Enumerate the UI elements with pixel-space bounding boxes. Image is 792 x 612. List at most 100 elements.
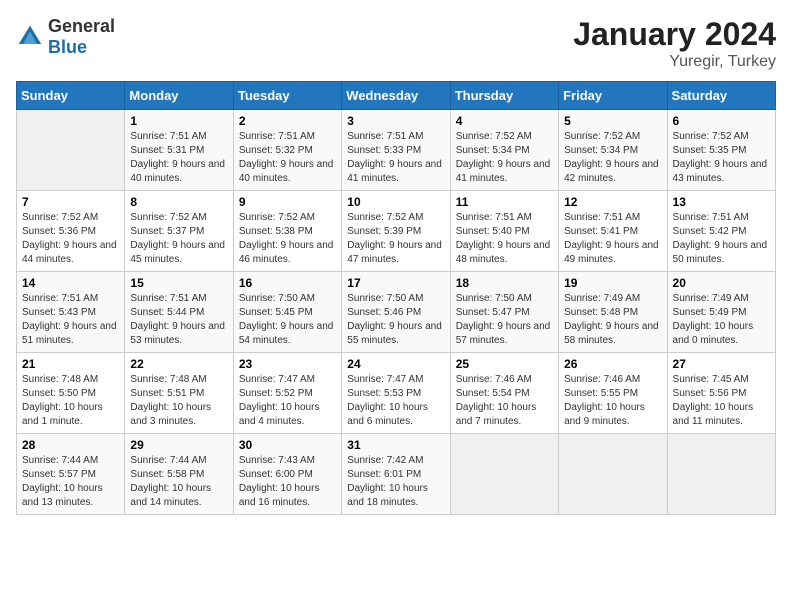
logo-general-text: General bbox=[48, 16, 115, 36]
calendar-cell: 19 Sunrise: 7:49 AM Sunset: 5:48 PM Dayl… bbox=[559, 272, 667, 353]
calendar-cell: 11 Sunrise: 7:51 AM Sunset: 5:40 PM Dayl… bbox=[450, 191, 558, 272]
day-number: 24 bbox=[347, 357, 444, 371]
calendar-cell: 14 Sunrise: 7:51 AM Sunset: 5:43 PM Dayl… bbox=[17, 272, 125, 353]
day-info: Sunrise: 7:49 AM Sunset: 5:48 PM Dayligh… bbox=[564, 292, 661, 348]
calendar-week-row: 7 Sunrise: 7:52 AM Sunset: 5:36 PM Dayli… bbox=[17, 191, 776, 272]
weekday-header-sunday: Sunday bbox=[17, 82, 125, 110]
weekday-header-saturday: Saturday bbox=[667, 82, 775, 110]
day-info: Sunrise: 7:46 AM Sunset: 5:55 PM Dayligh… bbox=[564, 373, 661, 429]
calendar-cell: 23 Sunrise: 7:47 AM Sunset: 5:52 PM Dayl… bbox=[233, 353, 341, 434]
day-info: Sunrise: 7:48 AM Sunset: 5:50 PM Dayligh… bbox=[22, 373, 119, 429]
day-info: Sunrise: 7:51 AM Sunset: 5:41 PM Dayligh… bbox=[564, 211, 661, 267]
day-info: Sunrise: 7:50 AM Sunset: 5:45 PM Dayligh… bbox=[239, 292, 336, 348]
logo-blue-text: Blue bbox=[48, 37, 87, 57]
calendar-cell: 15 Sunrise: 7:51 AM Sunset: 5:44 PM Dayl… bbox=[125, 272, 233, 353]
day-number: 12 bbox=[564, 195, 661, 209]
day-info: Sunrise: 7:44 AM Sunset: 5:58 PM Dayligh… bbox=[130, 454, 227, 510]
calendar-cell: 29 Sunrise: 7:44 AM Sunset: 5:58 PM Dayl… bbox=[125, 434, 233, 515]
month-title: January 2024 bbox=[573, 16, 776, 53]
day-info: Sunrise: 7:51 AM Sunset: 5:43 PM Dayligh… bbox=[22, 292, 119, 348]
calendar-week-row: 1 Sunrise: 7:51 AM Sunset: 5:31 PM Dayli… bbox=[17, 110, 776, 191]
day-number: 26 bbox=[564, 357, 661, 371]
day-number: 23 bbox=[239, 357, 336, 371]
day-info: Sunrise: 7:47 AM Sunset: 5:53 PM Dayligh… bbox=[347, 373, 444, 429]
day-info: Sunrise: 7:52 AM Sunset: 5:38 PM Dayligh… bbox=[239, 211, 336, 267]
calendar-cell bbox=[559, 434, 667, 515]
day-info: Sunrise: 7:51 AM Sunset: 5:33 PM Dayligh… bbox=[347, 130, 444, 186]
calendar-cell: 13 Sunrise: 7:51 AM Sunset: 5:42 PM Dayl… bbox=[667, 191, 775, 272]
weekday-header-wednesday: Wednesday bbox=[342, 82, 450, 110]
day-info: Sunrise: 7:47 AM Sunset: 5:52 PM Dayligh… bbox=[239, 373, 336, 429]
calendar-cell bbox=[17, 110, 125, 191]
day-number: 18 bbox=[456, 276, 553, 290]
day-number: 8 bbox=[130, 195, 227, 209]
calendar-cell: 18 Sunrise: 7:50 AM Sunset: 5:47 PM Dayl… bbox=[450, 272, 558, 353]
day-number: 7 bbox=[22, 195, 119, 209]
day-number: 16 bbox=[239, 276, 336, 290]
calendar-header-row: SundayMondayTuesdayWednesdayThursdayFrid… bbox=[17, 82, 776, 110]
day-info: Sunrise: 7:50 AM Sunset: 5:46 PM Dayligh… bbox=[347, 292, 444, 348]
day-info: Sunrise: 7:51 AM Sunset: 5:40 PM Dayligh… bbox=[456, 211, 553, 267]
calendar-cell: 7 Sunrise: 7:52 AM Sunset: 5:36 PM Dayli… bbox=[17, 191, 125, 272]
calendar-week-row: 28 Sunrise: 7:44 AM Sunset: 5:57 PM Dayl… bbox=[17, 434, 776, 515]
calendar-cell: 17 Sunrise: 7:50 AM Sunset: 5:46 PM Dayl… bbox=[342, 272, 450, 353]
calendar-cell: 20 Sunrise: 7:49 AM Sunset: 5:49 PM Dayl… bbox=[667, 272, 775, 353]
day-number: 27 bbox=[673, 357, 770, 371]
day-number: 5 bbox=[564, 114, 661, 128]
weekday-header-monday: Monday bbox=[125, 82, 233, 110]
day-info: Sunrise: 7:45 AM Sunset: 5:56 PM Dayligh… bbox=[673, 373, 770, 429]
day-number: 30 bbox=[239, 438, 336, 452]
calendar-cell: 9 Sunrise: 7:52 AM Sunset: 5:38 PM Dayli… bbox=[233, 191, 341, 272]
logo: General Blue bbox=[16, 16, 115, 58]
calendar-cell: 10 Sunrise: 7:52 AM Sunset: 5:39 PM Dayl… bbox=[342, 191, 450, 272]
location-title: Yuregir, Turkey bbox=[573, 53, 776, 71]
day-info: Sunrise: 7:52 AM Sunset: 5:35 PM Dayligh… bbox=[673, 130, 770, 186]
day-info: Sunrise: 7:51 AM Sunset: 5:31 PM Dayligh… bbox=[130, 130, 227, 186]
calendar-cell: 12 Sunrise: 7:51 AM Sunset: 5:41 PM Dayl… bbox=[559, 191, 667, 272]
weekday-header-thursday: Thursday bbox=[450, 82, 558, 110]
calendar-cell: 1 Sunrise: 7:51 AM Sunset: 5:31 PM Dayli… bbox=[125, 110, 233, 191]
day-info: Sunrise: 7:50 AM Sunset: 5:47 PM Dayligh… bbox=[456, 292, 553, 348]
day-number: 2 bbox=[239, 114, 336, 128]
calendar-cell bbox=[667, 434, 775, 515]
day-info: Sunrise: 7:52 AM Sunset: 5:34 PM Dayligh… bbox=[456, 130, 553, 186]
calendar-cell: 3 Sunrise: 7:51 AM Sunset: 5:33 PM Dayli… bbox=[342, 110, 450, 191]
calendar-cell: 30 Sunrise: 7:43 AM Sunset: 6:00 PM Dayl… bbox=[233, 434, 341, 515]
day-number: 6 bbox=[673, 114, 770, 128]
day-info: Sunrise: 7:48 AM Sunset: 5:51 PM Dayligh… bbox=[130, 373, 227, 429]
calendar-week-row: 14 Sunrise: 7:51 AM Sunset: 5:43 PM Dayl… bbox=[17, 272, 776, 353]
calendar-cell: 2 Sunrise: 7:51 AM Sunset: 5:32 PM Dayli… bbox=[233, 110, 341, 191]
day-info: Sunrise: 7:49 AM Sunset: 5:49 PM Dayligh… bbox=[673, 292, 770, 348]
weekday-header-tuesday: Tuesday bbox=[233, 82, 341, 110]
day-info: Sunrise: 7:52 AM Sunset: 5:37 PM Dayligh… bbox=[130, 211, 227, 267]
logo-icon bbox=[16, 23, 44, 51]
calendar-cell: 28 Sunrise: 7:44 AM Sunset: 5:57 PM Dayl… bbox=[17, 434, 125, 515]
day-info: Sunrise: 7:51 AM Sunset: 5:42 PM Dayligh… bbox=[673, 211, 770, 267]
day-number: 25 bbox=[456, 357, 553, 371]
weekday-header-friday: Friday bbox=[559, 82, 667, 110]
day-number: 31 bbox=[347, 438, 444, 452]
day-number: 9 bbox=[239, 195, 336, 209]
calendar-cell: 27 Sunrise: 7:45 AM Sunset: 5:56 PM Dayl… bbox=[667, 353, 775, 434]
day-info: Sunrise: 7:51 AM Sunset: 5:44 PM Dayligh… bbox=[130, 292, 227, 348]
day-number: 1 bbox=[130, 114, 227, 128]
calendar-cell: 22 Sunrise: 7:48 AM Sunset: 5:51 PM Dayl… bbox=[125, 353, 233, 434]
calendar-table: SundayMondayTuesdayWednesdayThursdayFrid… bbox=[16, 81, 776, 515]
day-number: 17 bbox=[347, 276, 444, 290]
calendar-cell: 31 Sunrise: 7:42 AM Sunset: 6:01 PM Dayl… bbox=[342, 434, 450, 515]
calendar-week-row: 21 Sunrise: 7:48 AM Sunset: 5:50 PM Dayl… bbox=[17, 353, 776, 434]
calendar-cell: 21 Sunrise: 7:48 AM Sunset: 5:50 PM Dayl… bbox=[17, 353, 125, 434]
day-number: 3 bbox=[347, 114, 444, 128]
day-info: Sunrise: 7:43 AM Sunset: 6:00 PM Dayligh… bbox=[239, 454, 336, 510]
day-number: 19 bbox=[564, 276, 661, 290]
calendar-cell: 5 Sunrise: 7:52 AM Sunset: 5:34 PM Dayli… bbox=[559, 110, 667, 191]
day-info: Sunrise: 7:52 AM Sunset: 5:39 PM Dayligh… bbox=[347, 211, 444, 267]
day-number: 14 bbox=[22, 276, 119, 290]
calendar-cell: 8 Sunrise: 7:52 AM Sunset: 5:37 PM Dayli… bbox=[125, 191, 233, 272]
page-header: General Blue January 2024 Yuregir, Turke… bbox=[16, 16, 776, 71]
day-info: Sunrise: 7:51 AM Sunset: 5:32 PM Dayligh… bbox=[239, 130, 336, 186]
day-info: Sunrise: 7:52 AM Sunset: 5:36 PM Dayligh… bbox=[22, 211, 119, 267]
day-number: 10 bbox=[347, 195, 444, 209]
day-info: Sunrise: 7:46 AM Sunset: 5:54 PM Dayligh… bbox=[456, 373, 553, 429]
calendar-cell: 24 Sunrise: 7:47 AM Sunset: 5:53 PM Dayl… bbox=[342, 353, 450, 434]
